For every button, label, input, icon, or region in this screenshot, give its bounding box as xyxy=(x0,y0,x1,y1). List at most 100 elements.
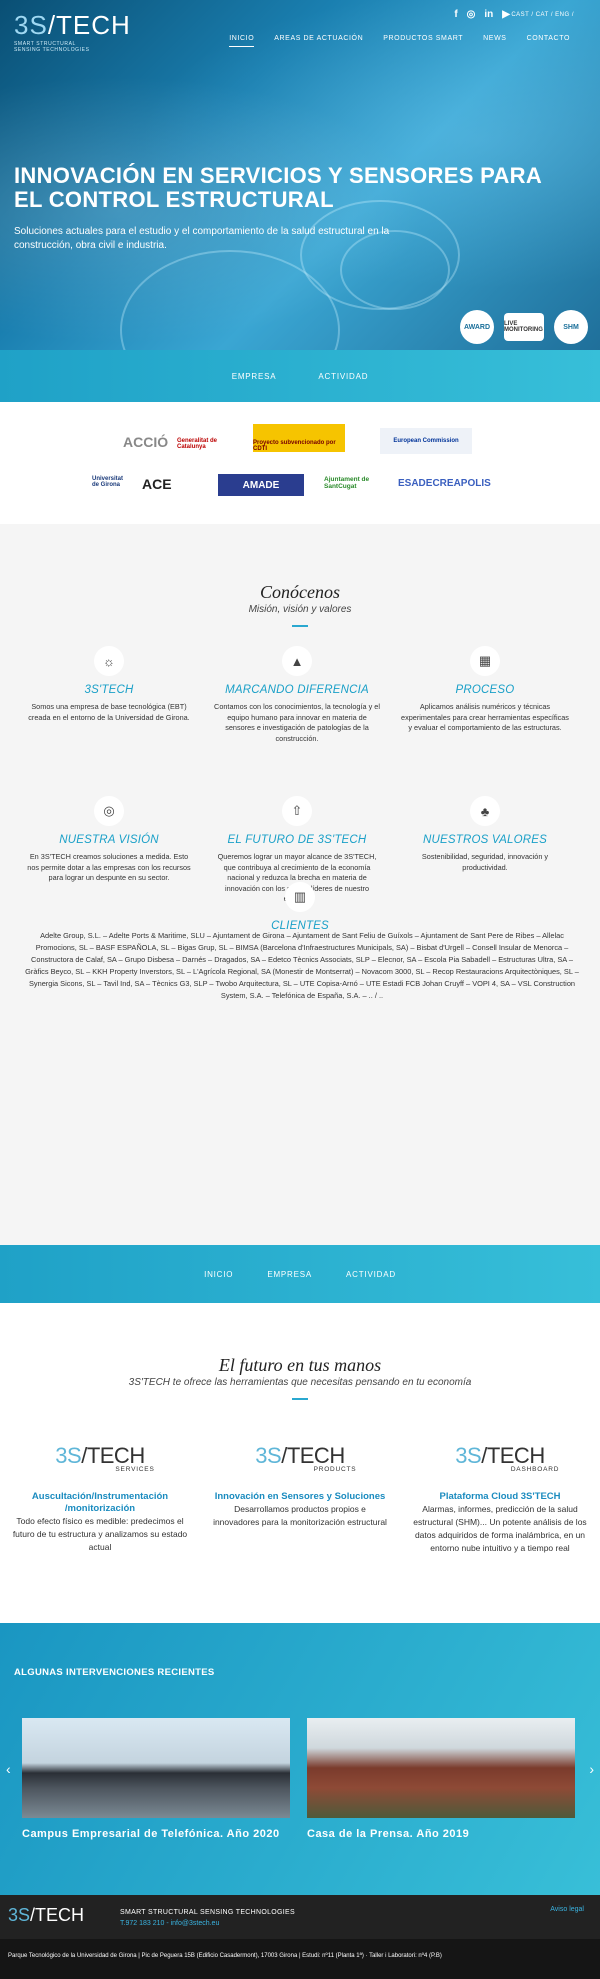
clients-list: Adelte Group, S.L. – Adelte Ports & Mari… xyxy=(25,931,579,1000)
partner-ace: ACE xyxy=(142,476,172,492)
product-title: Plataforma Cloud 3S'TECH xyxy=(439,1491,561,1502)
youtube-icon[interactable]: ▶ xyxy=(502,9,510,20)
project-caption: Casa de la Prensa. Año 2019 xyxy=(307,1828,470,1840)
building-icon: ▥ xyxy=(285,882,315,912)
presentation-icon: ▦ xyxy=(470,646,500,676)
lightbulb-icon: ☼ xyxy=(94,646,124,676)
about-item-title: PROCESO xyxy=(455,684,515,696)
band2-link-actividad[interactable]: ACTIVIDAD xyxy=(346,1270,396,1279)
partner-generalitat: Generalitat de Catalunya xyxy=(177,438,218,450)
recent-title: ALGUNAS INTERVENCIONES RECIENTES xyxy=(14,1667,215,1678)
nav-inicio[interactable]: INICIO xyxy=(229,35,255,47)
footer-main: 3S/TECH SMART STRUCTURAL SENSING TECHNOL… xyxy=(0,1895,600,1939)
product-title: Innovación en Sensores y Soluciones xyxy=(214,1491,386,1502)
product-text: Todo efecto físico es medible: predecimo… xyxy=(12,1516,188,1552)
language-selector[interactable]: CAST / CAT / ENG / xyxy=(511,12,574,18)
nav-contacto[interactable]: CONTACTO xyxy=(527,35,570,47)
about-item: ☼ 3S'TECH Somos una empresa de base tecn… xyxy=(24,646,194,723)
partner-accio: ACCIÓ xyxy=(123,434,169,450)
hero-title: INNOVACIÓN EN SERVICIOS Y SENSORES PARA … xyxy=(14,163,542,212)
footer-address-bar: Parque Tecnológico de la Universidad de … xyxy=(0,1939,600,1979)
project-image xyxy=(307,1718,575,1818)
about-header: Conócenos Misión, visión y valores xyxy=(0,582,600,627)
linkedin-icon[interactable]: in xyxy=(484,9,493,20)
about-item-title: 3S'TECH xyxy=(84,684,134,696)
partner-esade: ESADECREAPOLIS xyxy=(398,478,491,489)
product-services[interactable]: 3S/TECH SERVICES Auscultación/Instrument… xyxy=(10,1443,190,1554)
product-title: Auscultación/Instrumentación /monitoriza… xyxy=(31,1491,169,1514)
logo-subtitle-2: SENSING TECHNOLOGIES xyxy=(14,47,90,53)
about-subtitle: Misión, visión y valores xyxy=(248,604,352,615)
facebook-icon[interactable]: f xyxy=(454,9,457,20)
carousel-prev-icon[interactable]: ‹ xyxy=(6,1761,11,1777)
about-item-text: Sostenibilidad, seguridad, innovación y … xyxy=(421,852,549,872)
footer-logo[interactable]: 3S/TECH xyxy=(8,1905,84,1926)
about-item-text: En 3S'TECH creamos soluciones a medida. … xyxy=(27,852,191,882)
title-divider xyxy=(292,625,308,627)
live-monitoring-badge: LIVE MONITORING xyxy=(504,313,544,341)
logo-text-tech: TECH xyxy=(56,10,131,40)
about-item-title: NUESTRA VISIÓN xyxy=(59,834,159,846)
nav-productos[interactable]: PRODUCTOS SMART xyxy=(383,35,463,47)
about-item: ◎ NUESTRA VISIÓN En 3S'TECH creamos solu… xyxy=(24,796,194,884)
about-item: ▦ PROCESO Aplicamos análisis numéricos y… xyxy=(400,646,570,734)
future-title: El futuro en tus manos xyxy=(218,1355,382,1375)
partners-section: ACCIÓ Generalitat de Catalunya Proyecto … xyxy=(0,402,600,524)
project-caption: Campus Empresarial de Telefónica. Año 20… xyxy=(22,1828,280,1840)
product-products[interactable]: 3S/TECH PRODUCTS Innovación en Sensores … xyxy=(210,1443,390,1529)
footer-logo-3s: 3S xyxy=(8,1905,31,1925)
future-header: El futuro en tus manos 3S'TECH te ofrece… xyxy=(0,1355,600,1400)
partner-santcugat: Ajuntament de SantCugat xyxy=(324,476,370,490)
footer-logo-tech: TECH xyxy=(35,1905,85,1925)
instagram-icon[interactable]: ◎ xyxy=(467,9,476,20)
nav-areas[interactable]: AREAS DE ACTUACIÓN xyxy=(274,35,363,47)
footer-contact[interactable]: T.972 183 210 - info@3stech.eu xyxy=(120,1920,219,1927)
plant-icon: ♣ xyxy=(470,796,500,826)
project-image xyxy=(22,1718,290,1818)
target-icon: ◎ xyxy=(94,796,124,826)
band2-link-inicio[interactable]: INICIO xyxy=(204,1270,233,1279)
footer-tagline: SMART STRUCTURAL SENSING TECHNOLOGIES xyxy=(120,1909,295,1916)
project-card[interactable]: Campus Empresarial de Telefónica. Año 20… xyxy=(22,1718,290,1840)
product-dashboard[interactable]: 3S/TECH DASHBOARD Plataforma Cloud 3S'TE… xyxy=(410,1443,590,1555)
band-link-actividad[interactable]: ACTIVIDAD xyxy=(318,372,368,381)
future-subtitle: 3S'TECH te ofrece las herramientas que n… xyxy=(128,1377,472,1388)
partner-cdti: Proyecto subvencionado por CDTI xyxy=(253,424,345,452)
about-item: ▲ MARCANDO DIFERENCIA Contamos con los c… xyxy=(212,646,382,744)
rocket-icon: ⇧ xyxy=(282,796,312,826)
about-item-text: Contamos con los conocimientos, la tecno… xyxy=(214,702,380,743)
title-divider xyxy=(292,1398,308,1400)
badges: AWARD LIVE MONITORING SHM xyxy=(460,310,588,344)
about-item-title: NUESTROS VALORES xyxy=(423,834,547,846)
about-item-title: MARCANDO DIFERENCIA xyxy=(225,684,369,696)
about-title: Conócenos xyxy=(260,582,340,602)
recent-section: ALGUNAS INTERVENCIONES RECIENTES ‹ Campu… xyxy=(0,1623,600,1895)
nav-news[interactable]: NEWS xyxy=(483,35,506,47)
about-section: Conócenos Misión, visión y valores ☼ 3S'… xyxy=(0,524,600,1245)
band2-link-empresa[interactable]: EMPRESA xyxy=(267,1270,312,1279)
project-card[interactable]: Casa de la Prensa. Año 2019 xyxy=(307,1718,575,1840)
future-section: El futuro en tus manos 3S'TECH te ofrece… xyxy=(0,1303,600,1623)
hero-section: 3S/TECH SMART STRUCTURAL SENSING TECHNOL… xyxy=(0,0,600,350)
partner-amade: AMADE xyxy=(218,474,304,496)
subnav-band: EMPRESA ACTIVIDAD xyxy=(0,350,600,402)
partner-eu: European Commission xyxy=(380,428,472,454)
logo-text-3s: 3S xyxy=(14,10,48,40)
about-item: ♣ NUESTROS VALORES Sostenibilidad, segur… xyxy=(400,796,570,873)
shm-badge: SHM xyxy=(554,310,588,344)
mountain-flag-icon: ▲ xyxy=(282,646,312,676)
about-item-text: Somos una empresa de base tecnológica (E… xyxy=(28,702,190,722)
product-text: Alarmas, informes, predicción de la salu… xyxy=(413,1504,587,1553)
about-item-text: Aplicamos análisis numéricos y técnicas … xyxy=(401,702,569,732)
social-links: f ◎ in ▶ xyxy=(454,9,510,20)
hero-subtitle: Soluciones actuales para el estudio y el… xyxy=(14,226,390,251)
legal-link[interactable]: Aviso legal xyxy=(550,1906,584,1913)
award-badge: AWARD xyxy=(460,310,494,344)
band-link-empresa[interactable]: EMPRESA xyxy=(232,372,277,381)
footer-address: Parque Tecnológico de la Universidad de … xyxy=(8,1953,442,1959)
product-text: Desarrollamos productos propios e innova… xyxy=(213,1504,387,1527)
partner-udg: Universitat de Girona xyxy=(92,476,124,488)
site-logo[interactable]: 3S/TECH SMART STRUCTURAL SENSING TECHNOL… xyxy=(14,10,131,53)
carousel-next-icon[interactable]: › xyxy=(589,1761,594,1777)
main-nav: INICIO AREAS DE ACTUACIÓN PRODUCTOS SMAR… xyxy=(229,35,570,47)
